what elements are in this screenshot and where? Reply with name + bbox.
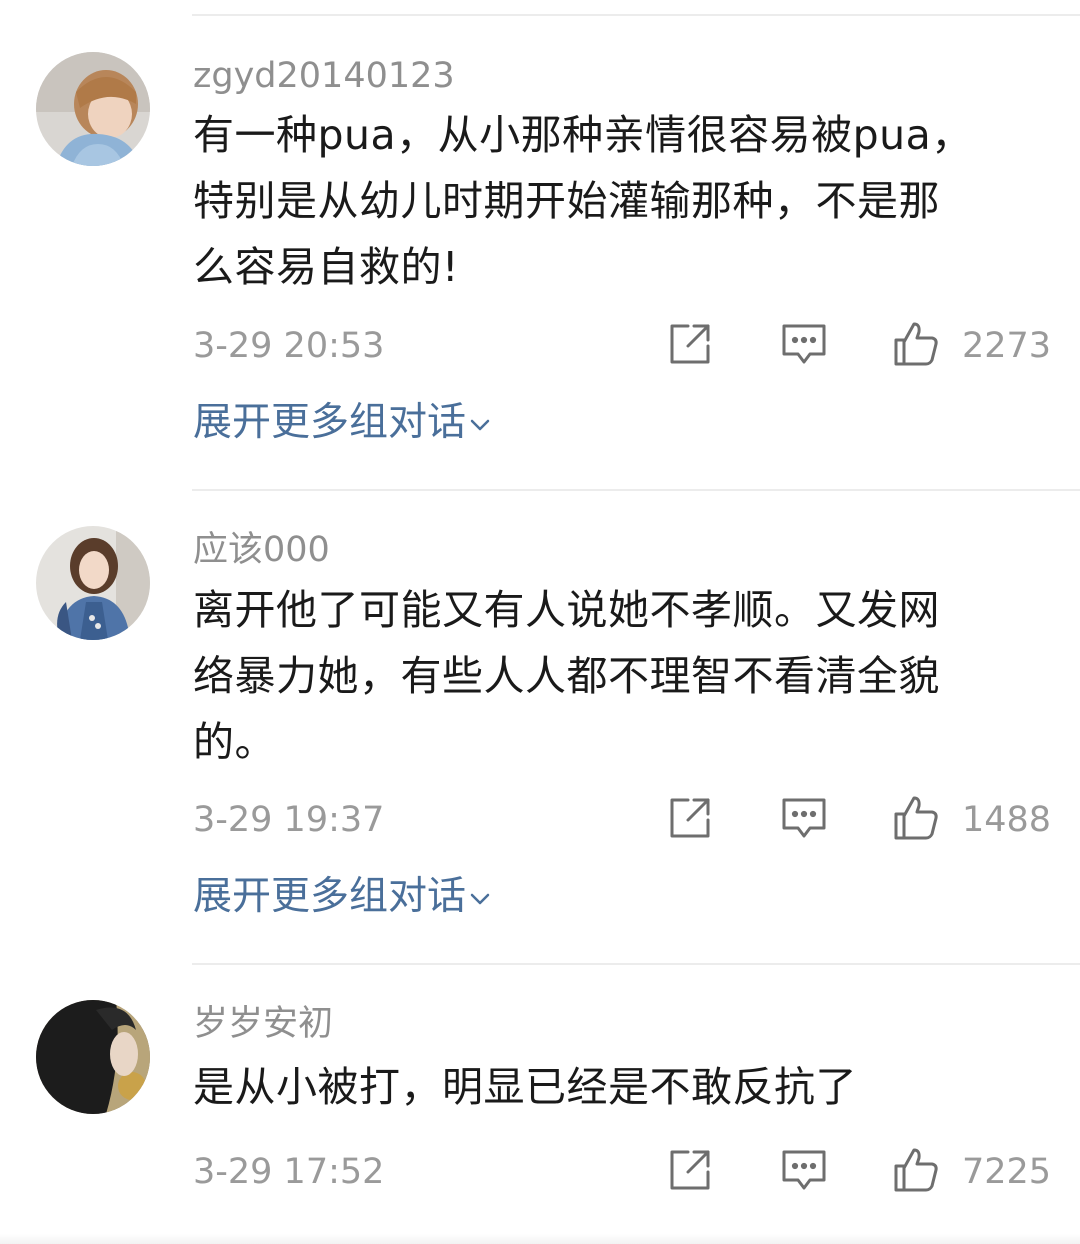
bottom-fade (0, 1234, 1080, 1244)
comment-text: 是从小被打，明显已经是不敢反抗了 (193, 1054, 1013, 1120)
comment-icon[interactable] (780, 1146, 828, 1194)
username[interactable]: zgyd20140123 (193, 54, 455, 98)
comment-text-line: 的。 (193, 718, 276, 766)
comment-list: zgyd20140123 有一种pua，从小那种亲情很容易被pua， 特别是从幼… (0, 0, 1080, 1244)
thumbs-up-icon[interactable] (892, 320, 940, 368)
like-count: 1488 (962, 800, 1052, 840)
comment-meta: 3-29 17:52 7225 (0, 1146, 1080, 1196)
expand-label: 展开更多组对话 (193, 400, 467, 445)
comment-meta: 3-29 19:37 1488 (0, 794, 1080, 844)
comment-text-line: 离开他了可能又有人说她不孝顺。又发网 (193, 586, 940, 634)
divider (192, 14, 1080, 16)
expand-conversation-link[interactable]: 展开更多组对话 (193, 398, 492, 450)
share-icon[interactable] (666, 1146, 714, 1194)
comment-text-line: 络暴力她，有些人人都不理智不看清全貌 (193, 652, 940, 700)
comment-text-line: 么容易自救的! (193, 243, 459, 291)
like-count: 7225 (962, 1152, 1052, 1192)
expand-conversation-link[interactable]: 展开更多组对话 (193, 872, 492, 924)
username[interactable]: 应该000 (193, 528, 330, 572)
timestamp: 3-29 17:52 (193, 1152, 385, 1192)
comment-text: 有一种pua，从小那种亲情很容易被pua， 特别是从幼儿时期开始灌输那种，不是那… (193, 102, 1013, 300)
username[interactable]: 岁岁安初 (193, 1002, 333, 1046)
thumbs-up-icon[interactable] (892, 1146, 940, 1194)
avatar[interactable] (36, 52, 150, 166)
chevron-down-icon (468, 400, 492, 450)
divider (192, 963, 1080, 965)
divider (192, 489, 1080, 491)
share-icon[interactable] (666, 794, 714, 842)
comment-meta: 3-29 20:53 2273 (0, 320, 1080, 370)
like-count: 2273 (962, 326, 1052, 366)
avatar[interactable] (36, 1000, 150, 1114)
comment-text-line: 特别是从幼儿时期开始灌输那种，不是那 (193, 177, 940, 225)
comment-text-line: 有一种pua，从小那种亲情很容易被pua， (193, 111, 973, 159)
comment-text: 离开他了可能又有人说她不孝顺。又发网 络暴力她，有些人人都不理智不看清全貌 的。 (193, 577, 1013, 775)
timestamp: 3-29 20:53 (193, 326, 385, 366)
thumbs-up-icon[interactable] (892, 794, 940, 842)
comment-icon[interactable] (780, 794, 828, 842)
chevron-down-icon (468, 874, 492, 924)
timestamp: 3-29 19:37 (193, 800, 385, 840)
expand-label: 展开更多组对话 (193, 874, 467, 919)
comment-icon[interactable] (780, 320, 828, 368)
comment-text-line: 是从小被打，明显已经是不敢反抗了 (193, 1063, 857, 1111)
share-icon[interactable] (666, 320, 714, 368)
avatar[interactable] (36, 526, 150, 640)
